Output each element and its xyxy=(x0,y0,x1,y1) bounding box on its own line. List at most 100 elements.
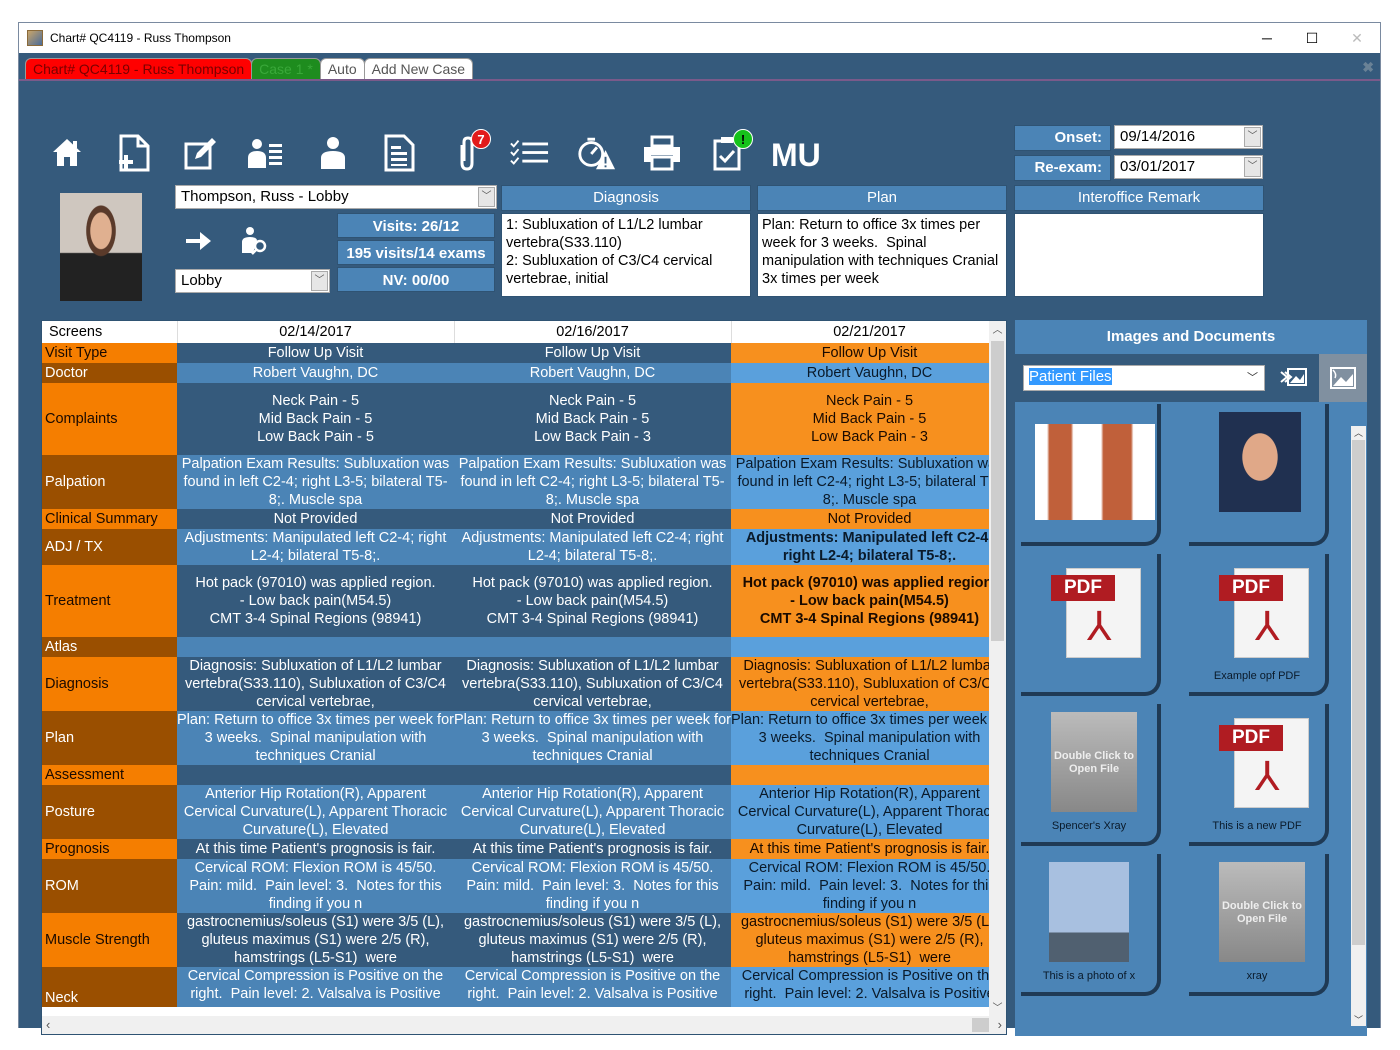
file-tile[interactable]: Double Click to Open File xray xyxy=(1189,854,1329,996)
grid-cell[interactable]: Robert Vaughn, DC xyxy=(177,363,454,383)
grid-cell[interactable]: Neck Pain - 5 Mid Back Pain - 5 Low Back… xyxy=(177,383,454,455)
grid-cell[interactable]: Adjustments: Manipulated left C2-4; righ… xyxy=(177,529,454,565)
grid-cell[interactable]: Neck Pain - 5 Mid Back Pain - 5 Low Back… xyxy=(454,383,731,455)
grid-date-header[interactable]: 02/16/2017 xyxy=(454,321,732,343)
file-tile[interactable]: PDF ⅄ This is a new PDF xyxy=(1189,704,1329,846)
grid-cell[interactable]: Neck Pain - 5 Mid Back Pain - 5 Low Back… xyxy=(731,383,1006,455)
grid-cell[interactable]: Palpation Exam Results: Subluxation was … xyxy=(731,455,1006,509)
grid-cell[interactable]: Hot pack (97010) was applied region. - L… xyxy=(177,565,454,637)
patient-list-icon[interactable] xyxy=(245,133,285,173)
clipboard-check-icon[interactable]: ! xyxy=(707,129,753,173)
grid-cell[interactable]: Hot pack (97010) was applied region. - L… xyxy=(731,565,1006,637)
grid-cell[interactable] xyxy=(454,765,731,785)
grid-cell[interactable]: Palpation Exam Results: Subluxation was … xyxy=(454,455,731,509)
chevron-down-icon[interactable]: ﹀ xyxy=(1244,127,1261,147)
tab-case-1[interactable]: Case 1 * xyxy=(251,58,321,80)
grid-cell[interactable]: Follow Up Visit xyxy=(454,343,731,363)
chevron-down-icon[interactable]: ﹀ xyxy=(478,187,495,207)
scroll-up-icon[interactable]: ︿ xyxy=(989,321,1006,336)
onset-date-picker[interactable]: 09/14/2016 ﹀ xyxy=(1114,125,1263,149)
grid-cell[interactable]: Cervical Compression is Positive on the … xyxy=(177,967,454,1007)
tab-chart[interactable]: Chart# QC4119 - Russ Thompson xyxy=(25,58,253,80)
grid-cell[interactable]: Plan: Return to office 3x times per week… xyxy=(454,711,731,765)
image-view-icon[interactable] xyxy=(1319,354,1367,402)
edit-icon[interactable] xyxy=(181,133,221,173)
grid-cell[interactable]: Plan: Return to office 3x times per week… xyxy=(731,711,1006,765)
file-tile[interactable]: Double Click to Open File Spencer's Xray xyxy=(1021,704,1161,846)
grid-cell[interactable]: Adjustments: Manipulated left C2-4; righ… xyxy=(731,529,1006,565)
reexam-date-picker[interactable]: 03/01/2017 ﹀ xyxy=(1114,155,1263,179)
close-button[interactable]: ✕ xyxy=(1334,23,1380,53)
grid-cell[interactable]: Not Provided xyxy=(731,509,1006,529)
chevron-down-icon[interactable]: ﹀ xyxy=(1244,157,1261,177)
home-icon[interactable] xyxy=(47,133,87,173)
scroll-down-icon[interactable]: ﹀ xyxy=(989,999,1006,1014)
minimize-button[interactable]: ─ xyxy=(1244,23,1290,53)
grid-cell[interactable]: Anterior Hip Rotation(R), Apparent Cervi… xyxy=(731,785,1006,839)
grid-cell[interactable]: Diagnosis: Subluxation of L1/L2 lumbar v… xyxy=(731,657,1006,711)
grid-cell[interactable] xyxy=(177,765,454,785)
grid-cell[interactable]: Follow Up Visit xyxy=(731,343,1006,363)
grid-cell[interactable]: Hot pack (97010) was applied region. - L… xyxy=(454,565,731,637)
scroll-up-icon[interactable]: ︿ xyxy=(1351,426,1366,439)
grid-horizontal-scrollbar[interactable]: ‹ › xyxy=(42,1016,1006,1034)
timer-alert-icon[interactable] xyxy=(576,133,616,173)
grid-cell[interactable]: Cervical ROM: Flexion ROM is 45/50. Pain… xyxy=(177,859,454,913)
patient-icon[interactable] xyxy=(313,133,353,173)
grid-cell[interactable]: Diagnosis: Subluxation of L1/L2 lumbar v… xyxy=(454,657,731,711)
patient-search-icon[interactable] xyxy=(239,225,269,260)
grid-date-header[interactable]: 02/21/2017 xyxy=(731,321,1006,343)
scroll-down-icon[interactable]: ﹀ xyxy=(1351,1013,1366,1026)
mu-button[interactable]: MU xyxy=(771,137,821,174)
grid-cell[interactable] xyxy=(731,765,1006,785)
grid-cell[interactable]: Plan: Return to office 3x times per week… xyxy=(177,711,454,765)
grid-cell[interactable]: Not Provided xyxy=(454,509,731,529)
grid-vertical-scrollbar[interactable]: ︿ ﹀ xyxy=(989,321,1006,1016)
patient-selector[interactable]: Thompson, Russ - Lobby ﹀ xyxy=(175,185,497,209)
grid-cell[interactable]: Not Provided xyxy=(177,509,454,529)
attachment-icon[interactable]: 7 xyxy=(447,129,491,173)
file-tile[interactable]: PDF ⅄ Example opf PDF xyxy=(1189,554,1329,696)
grid-cell[interactable]: Palpation Exam Results: Subluxation was … xyxy=(177,455,454,509)
chevron-down-icon[interactable]: ﹀ xyxy=(1247,367,1258,389)
chevron-down-icon[interactable]: ﹀ xyxy=(311,271,328,291)
grid-cell[interactable]: Robert Vaughn, DC xyxy=(454,363,731,383)
grid-cell[interactable]: Diagnosis: Subluxation of L1/L2 lumbar v… xyxy=(177,657,454,711)
location-selector[interactable]: Lobby ﹀ xyxy=(175,269,330,293)
tab-auto[interactable]: Auto xyxy=(319,58,365,80)
grid-cell[interactable] xyxy=(731,637,1006,657)
grid-cell[interactable]: Anterior Hip Rotation(R), Apparent Cervi… xyxy=(454,785,731,839)
grid-cell[interactable]: Cervical Compression is Positive on the … xyxy=(454,967,731,1007)
import-image-icon[interactable] xyxy=(1280,366,1308,393)
tab-add-new-case[interactable]: Add New Case xyxy=(363,58,474,80)
grid-cell[interactable] xyxy=(177,637,454,657)
grid-cell[interactable]: Follow Up Visit xyxy=(177,343,454,363)
grid-cell[interactable]: At this time Patient's prognosis is fair… xyxy=(177,839,454,859)
scroll-left-icon[interactable]: ‹ xyxy=(46,1017,50,1032)
file-tile[interactable]: PDF ⅄ xyxy=(1021,554,1161,696)
file-tile[interactable] xyxy=(1021,404,1161,546)
document-icon[interactable] xyxy=(379,133,419,173)
file-filter-selector[interactable]: Patient Files ﹀ xyxy=(1023,365,1265,391)
new-document-icon[interactable] xyxy=(114,133,154,173)
checklist-icon[interactable] xyxy=(509,133,549,173)
grid-cell[interactable] xyxy=(454,637,731,657)
print-icon[interactable] xyxy=(642,133,682,173)
file-tile[interactable] xyxy=(1189,404,1329,546)
grid-cell[interactable]: gastrocnemius/soleus (S1) were 3/5 (L), … xyxy=(177,913,454,967)
scroll-thumb[interactable] xyxy=(991,341,1004,641)
scroll-thumb[interactable] xyxy=(1352,440,1365,945)
grid-cell[interactable]: Cervical ROM: Flexion ROM is 45/50. Pain… xyxy=(454,859,731,913)
maximize-button[interactable]: ☐ xyxy=(1289,23,1335,53)
file-tile[interactable]: This is a photo of x xyxy=(1021,854,1161,996)
hscroll-thumb[interactable] xyxy=(972,1018,989,1032)
grid-cell[interactable]: Robert Vaughn, DC xyxy=(731,363,1006,383)
grid-cell[interactable]: At this time Patient's prognosis is fair… xyxy=(454,839,731,859)
tab-close-icon[interactable]: ✖ xyxy=(1362,59,1374,76)
interoffice-remark-textbox[interactable] xyxy=(1014,213,1264,297)
grid-cell[interactable]: Anterior Hip Rotation(R), Apparent Cervi… xyxy=(177,785,454,839)
plan-textbox[interactable]: Plan: Return to office 3x times per week… xyxy=(757,213,1007,297)
grid-date-header[interactable]: 02/14/2017 xyxy=(177,321,455,343)
arrow-right-icon[interactable] xyxy=(184,229,212,258)
grid-cell[interactable]: Cervical ROM: Flexion ROM is 45/50. Pain… xyxy=(731,859,1006,913)
